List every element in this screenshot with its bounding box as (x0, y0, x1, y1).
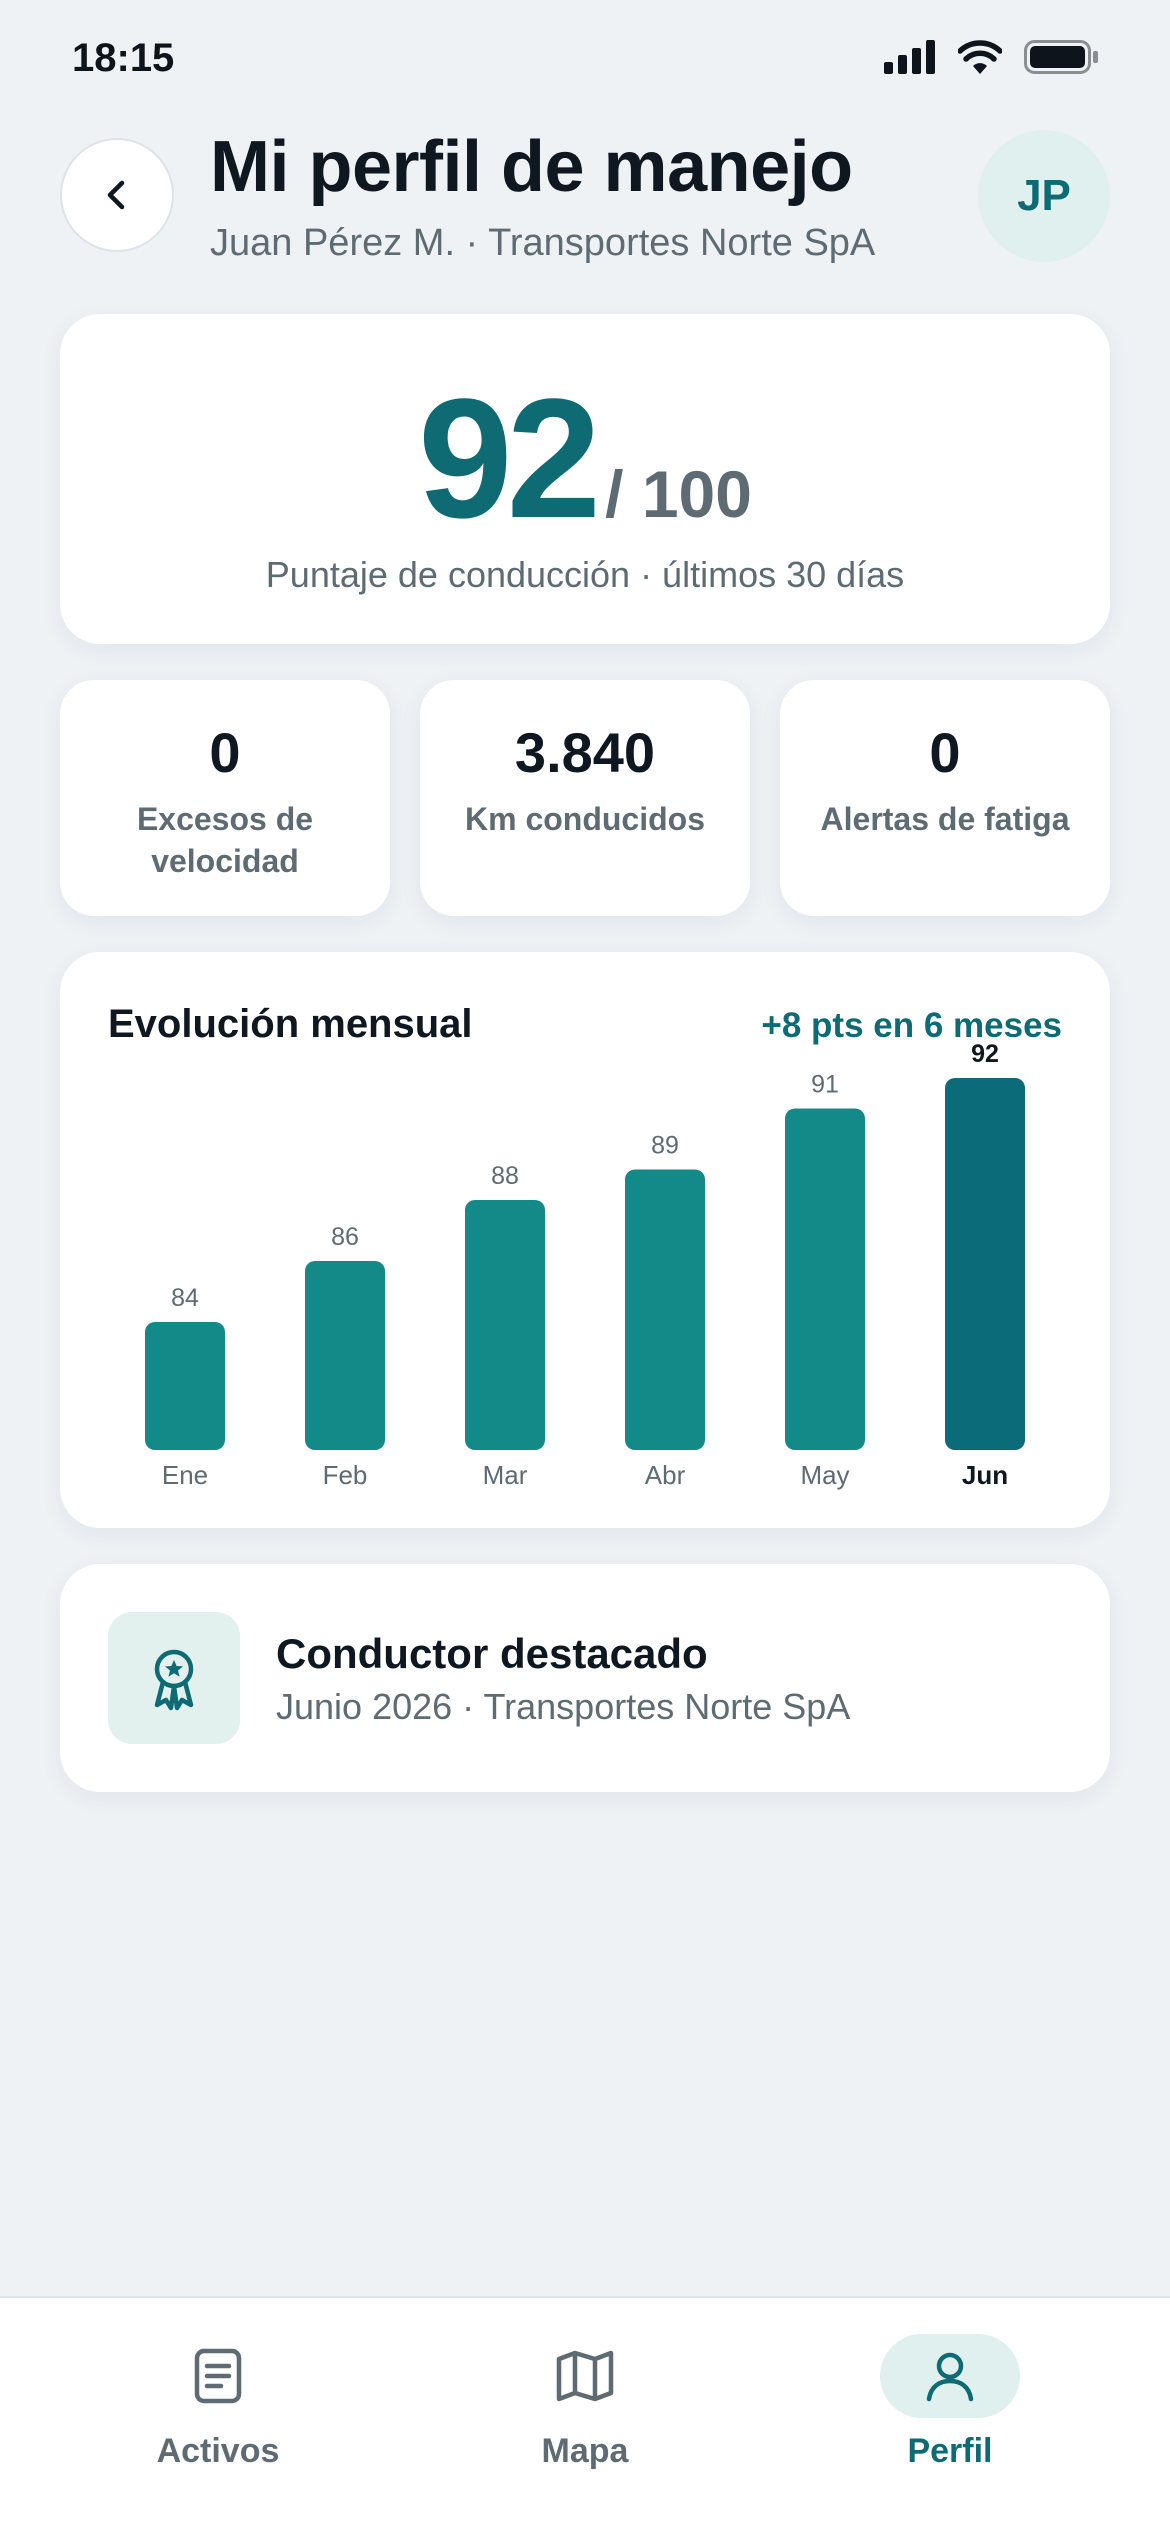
stat-km: 3.840 Km conducidos (420, 680, 750, 916)
back-button[interactable] (60, 138, 174, 252)
signal-icon (884, 40, 935, 74)
stat-label: Excesos de velocidad (136, 801, 314, 879)
stat-value: 3.840 (514, 721, 656, 784)
score-label: Puntaje de conducción · últimos 30 días (265, 554, 905, 595)
user-icon (926, 2352, 974, 2402)
map-icon (556, 2350, 614, 2402)
chart-category-label: Ene (162, 1460, 208, 1490)
avatar[interactable]: JP (978, 130, 1110, 262)
chart-value-label: 84 (171, 1284, 199, 1312)
nav-icon-wrap (515, 2334, 655, 2418)
stat-fatigue: 0 Alertas de fatiga (780, 680, 1110, 916)
page-subtitle: Juan Pérez M. · Transportes Norte SpA (210, 222, 876, 264)
chart-category-label: Feb (323, 1460, 368, 1490)
chart-bar (145, 1322, 225, 1450)
wifi-icon (958, 40, 1002, 74)
score-max: / 100 (605, 457, 752, 531)
featured-driver-card[interactable]: Conductor destacado Junio 2026 · Transpo… (60, 1564, 1110, 1792)
nav-label: Mapa (541, 2432, 629, 2470)
chart-bar (625, 1169, 705, 1450)
chart-value-label: 91 (811, 1071, 839, 1099)
nav-item-activos[interactable]: Activos (98, 2334, 338, 2471)
bottom-nav: Activos Mapa Perfil (0, 2296, 1170, 2532)
badge-icon-box (108, 1612, 240, 1744)
status-time: 18:15 (72, 36, 175, 80)
chart-category-label: Abr (645, 1460, 686, 1490)
stat-value: 0 (929, 721, 961, 784)
chart-value-label: 92 (971, 1040, 999, 1068)
chevron-left-icon (107, 180, 125, 210)
status-icons (884, 40, 1100, 74)
monthly-bar-chart: 84 Ene 86 Feb 88 Mar 89 Abr 91 May 92 Jun (145, 1040, 1025, 1490)
nav-item-mapa[interactable]: Mapa (465, 2334, 705, 2471)
chart-bar (785, 1108, 865, 1450)
chart-category-label: May (800, 1460, 849, 1490)
stat-label: Km conducidos (464, 801, 705, 837)
nav-icon-wrap (148, 2334, 288, 2418)
score-value: 92 (418, 364, 601, 554)
chart-category-label: Jun (962, 1460, 1008, 1490)
nav-label: Perfil (907, 2432, 993, 2470)
chart-value-label: 89 (651, 1132, 679, 1160)
nav-label: Activos (156, 2432, 280, 2470)
chart-category-label: Mar (483, 1460, 528, 1490)
badge-subtitle: Junio 2026 · Transportes Norte SpA (276, 1686, 851, 1727)
stat-speeding: 0 Excesos de velocidad (60, 680, 390, 916)
score-card: 92 / 100 Puntaje de conducción · últimos… (60, 314, 1110, 644)
nav-icon-wrap (880, 2334, 1020, 2418)
chart-bar (945, 1078, 1025, 1450)
chart-bar (465, 1200, 545, 1450)
award-icon (154, 1649, 194, 1711)
stat-label: Alertas de fatiga (820, 801, 1070, 837)
chart-bar (305, 1261, 385, 1450)
chart-value-label: 86 (331, 1223, 359, 1251)
monthly-chart-card: Evolución mensual +8 pts en 6 meses 84 En… (60, 952, 1110, 1528)
nav-item-perfil[interactable]: Perfil (830, 2334, 1070, 2471)
battery-icon (1024, 40, 1098, 74)
badge-title: Conductor destacado (276, 1630, 708, 1677)
stat-value: 0 (209, 721, 241, 784)
score-row: 92 / 100 (60, 374, 1110, 544)
page-title: Mi perfil de manejo (210, 127, 853, 207)
chart-value-label: 88 (491, 1162, 519, 1190)
document-icon (194, 2348, 242, 2404)
